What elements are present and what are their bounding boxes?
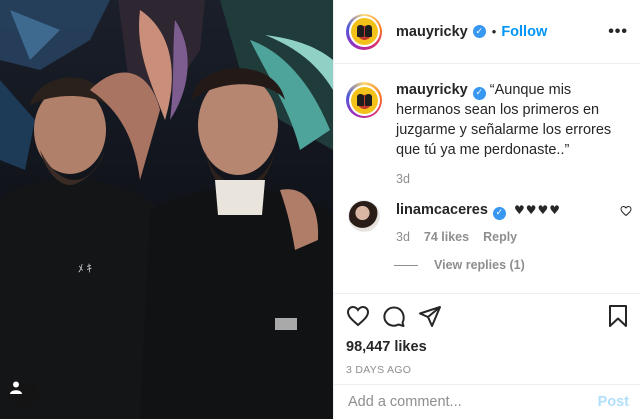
user-tag-icon[interactable]: [10, 381, 38, 409]
verified-badge-icon: ✓: [472, 25, 486, 38]
post-photo[interactable]: ﾒ ｷ: [0, 0, 333, 419]
post-caption: mauyricky ✓ “Aunque mis hermanos sean los…: [346, 80, 628, 186]
follow-button[interactable]: Follow: [501, 24, 547, 40]
comment-age: 3d: [396, 230, 410, 244]
comment-like-heart-icon[interactable]: [620, 204, 632, 222]
comment-likes[interactable]: 74 likes: [424, 230, 469, 244]
verified-badge-icon: ✓: [472, 86, 486, 100]
heart-icon[interactable]: [346, 304, 370, 328]
separator-dot: •: [491, 24, 497, 39]
photo-artwork: ﾒ ｷ: [0, 0, 333, 419]
more-options-icon[interactable]: •••: [608, 23, 628, 41]
share-icon[interactable]: [418, 304, 442, 328]
commenter-handle[interactable]: linamcaceres: [396, 202, 488, 218]
comment-item: linamcaceres ✓ ♥♥♥♥ 3d 74 likes Reply: [346, 200, 632, 244]
verified-badge-icon: ✓: [492, 206, 506, 220]
comments-section[interactable]: mauyricky ✓ “Aunque mis hermanos sean los…: [334, 64, 640, 292]
post-comment-button[interactable]: Post: [598, 394, 629, 410]
commenter-avatar[interactable]: [348, 200, 380, 232]
post-actions: 98,447 likes 3 DAYS AGO: [334, 293, 640, 376]
replies-divider: [394, 264, 418, 266]
view-replies-label: View replies (1): [434, 258, 525, 272]
caption-age: 3d: [396, 172, 410, 186]
author-handle[interactable]: mauyricky: [396, 24, 468, 40]
comment-input[interactable]: [348, 394, 598, 410]
post-side-panel: mauyricky ✓ • Follow ••• mauyricky ✓ “Aun…: [333, 0, 640, 419]
caption-author-avatar[interactable]: [346, 82, 382, 118]
author-avatar[interactable]: [346, 13, 382, 50]
reply-button[interactable]: Reply: [483, 230, 517, 244]
view-replies-button[interactable]: View replies (1): [394, 258, 628, 272]
bookmark-icon[interactable]: [607, 304, 629, 328]
likes-count[interactable]: 98,447 likes: [346, 339, 629, 355]
post-header: mauyricky ✓ • Follow •••: [334, 0, 640, 64]
comment-icon[interactable]: [382, 304, 406, 328]
comment-text: ♥♥♥♥: [513, 203, 561, 217]
caption-author-handle[interactable]: mauyricky: [396, 82, 468, 98]
add-comment-bar: Post: [334, 384, 640, 419]
svg-text:ﾒ ｷ: ﾒ ｷ: [78, 263, 92, 275]
post-date[interactable]: 3 DAYS AGO: [346, 364, 629, 376]
